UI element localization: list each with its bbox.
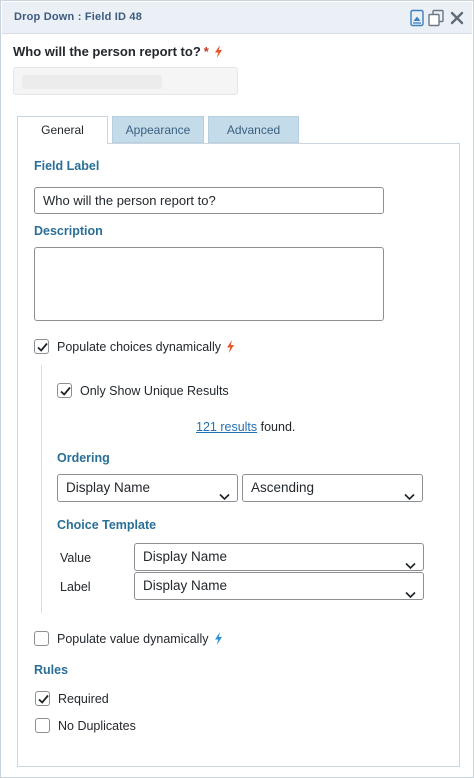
- field-widget-icon[interactable]: [408, 9, 426, 27]
- field-label-heading: Field Label: [34, 159, 100, 173]
- field-settings-panel: Drop Down : Field ID 48 Who will the per…: [0, 0, 474, 778]
- field-label-input[interactable]: Who will the person report to?: [34, 187, 384, 214]
- value-row-label: Value: [60, 551, 92, 565]
- tab-general[interactable]: General: [17, 116, 108, 144]
- chevron-down-icon: [405, 582, 416, 608]
- results-count-line: 121 results found.: [196, 420, 295, 434]
- populate-choices-text: Populate choices dynamically: [57, 340, 221, 354]
- populate-value-checkbox[interactable]: [34, 631, 49, 646]
- chevron-down-icon: [219, 484, 230, 510]
- field-preview-question: Who will the person report to? *: [13, 44, 223, 61]
- checkmark-icon: [60, 386, 71, 396]
- ordering-direction-value: Ascending: [251, 480, 315, 495]
- dynamic-bolt-icon: [214, 632, 223, 648]
- value-field-value: Display Name: [143, 549, 228, 564]
- results-count-link[interactable]: 121 results: [196, 420, 257, 434]
- ordering-heading: Ordering: [57, 451, 110, 465]
- choice-template-heading: Choice Template: [57, 518, 157, 532]
- label-row-label: Label: [60, 580, 91, 594]
- panel-title: Drop Down : Field ID 48: [14, 11, 143, 23]
- duplicate-field-icon[interactable]: [427, 9, 445, 27]
- value-field-select[interactable]: Display Name: [134, 543, 424, 571]
- ordering-direction-select[interactable]: Ascending: [242, 474, 423, 502]
- required-checkbox[interactable]: [35, 691, 50, 706]
- required-asterisk: *: [203, 44, 209, 59]
- tab-appearance[interactable]: Appearance: [112, 116, 204, 143]
- no-duplicates-label: No Duplicates: [58, 719, 136, 733]
- dynamic-bolt-icon: [214, 45, 223, 61]
- populate-value-text: Populate value dynamically: [57, 632, 209, 646]
- close-icon[interactable]: [448, 9, 466, 27]
- dynamic-settings-divider: [41, 365, 42, 613]
- rules-heading: Rules: [34, 663, 69, 677]
- panel-titlebar: Drop Down : Field ID 48: [2, 2, 472, 34]
- label-field-select[interactable]: Display Name: [134, 572, 424, 600]
- chevron-down-icon: [404, 484, 415, 510]
- no-duplicates-checkbox[interactable]: [35, 718, 50, 733]
- checkmark-icon: [37, 342, 48, 352]
- tab-advanced[interactable]: Advanced: [208, 116, 299, 143]
- dropdown-preview: [13, 67, 238, 95]
- dynamic-bolt-icon: [226, 340, 235, 356]
- checkmark-icon: [38, 694, 49, 704]
- label-field-value: Display Name: [143, 578, 228, 593]
- ordering-field-value: Display Name: [66, 480, 151, 495]
- description-heading: Description: [34, 224, 103, 238]
- unique-results-label: Only Show Unique Results: [80, 384, 229, 398]
- unique-results-checkbox[interactable]: [57, 383, 72, 398]
- dropdown-preview-placeholder: [22, 75, 162, 89]
- description-textarea[interactable]: [34, 247, 384, 321]
- populate-choices-checkbox[interactable]: [34, 339, 49, 354]
- populate-value-label: Populate value dynamically: [57, 632, 223, 648]
- required-label: Required: [58, 692, 109, 706]
- question-text: Who will the person report to?: [13, 44, 201, 59]
- results-suffix: found.: [257, 420, 296, 434]
- ordering-field-select[interactable]: Display Name: [57, 474, 238, 502]
- populate-choices-label: Populate choices dynamically: [57, 340, 235, 356]
